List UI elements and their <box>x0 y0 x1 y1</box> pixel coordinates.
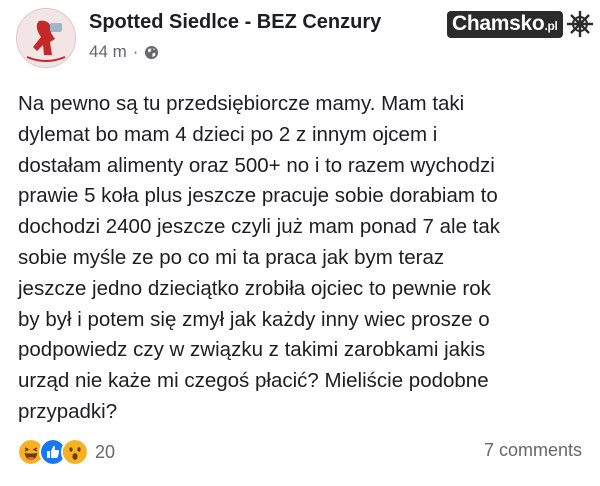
post-text-line: jeszcze jedno dzieciątko zrobiła ojciec … <box>18 276 491 300</box>
post-text-line: Na pewno są tu przedsiębiorcze mamy. Mam… <box>18 92 465 115</box>
post-text-line: dostałam alimenty oraz 500+ no i to raze… <box>18 153 495 177</box>
meta-separator: · <box>132 42 139 61</box>
post-text-line: prawie 5 koła plus jeszcze pracuje sobie… <box>18 184 498 208</box>
watermark-brand: Chamsko <box>452 11 545 35</box>
globe-icon <box>145 45 159 59</box>
watermark-suffix: .pl <box>544 18 558 33</box>
post-time[interactable]: 44 m <box>89 42 127 62</box>
watermark-text: Chamsko.pl <box>447 10 563 38</box>
post-meta: 44 m · <box>89 42 159 62</box>
chamsko-logo-icon <box>566 11 593 37</box>
post-text-line: przypadki? <box>18 399 118 423</box>
post-text-line: urząd nie każe mi czegoś płacić? Mieliśc… <box>18 369 489 393</box>
post-text-line: by był i potem się zmył jak każdy inny w… <box>18 307 490 331</box>
post-text: Na pewno są tu przedsiębiorcze mamy. Mam… <box>18 89 588 428</box>
post-header: Spotted Siedlce - BEZ Cenzury 44 m · Cha… <box>0 0 600 80</box>
chamsko-watermark: Chamsko.pl <box>447 7 596 41</box>
wow-icon <box>61 438 89 466</box>
post-text-line: sobie myśle ze po co mi ta praca jak bym… <box>18 245 445 269</box>
reactions-summary[interactable]: 20 <box>17 438 115 466</box>
post-text-line: dylemat bo mam 4 dzieci po 2 z innym ojc… <box>18 122 438 146</box>
post-text-line: dochodzi 2400 jeszcze czyli już mam pona… <box>18 215 501 239</box>
comments-count-link[interactable]: 7 comments <box>484 440 582 461</box>
post-footer: 20 7 comments <box>0 430 600 470</box>
reaction-count[interactable]: 20 <box>95 442 115 463</box>
avatar-image <box>17 9 75 67</box>
post-text-line: podpowiedz czy w związku z takimi zarobk… <box>18 338 486 362</box>
page-name[interactable]: Spotted Siedlce - BEZ Cenzury <box>89 11 381 34</box>
page-avatar[interactable] <box>16 8 76 68</box>
